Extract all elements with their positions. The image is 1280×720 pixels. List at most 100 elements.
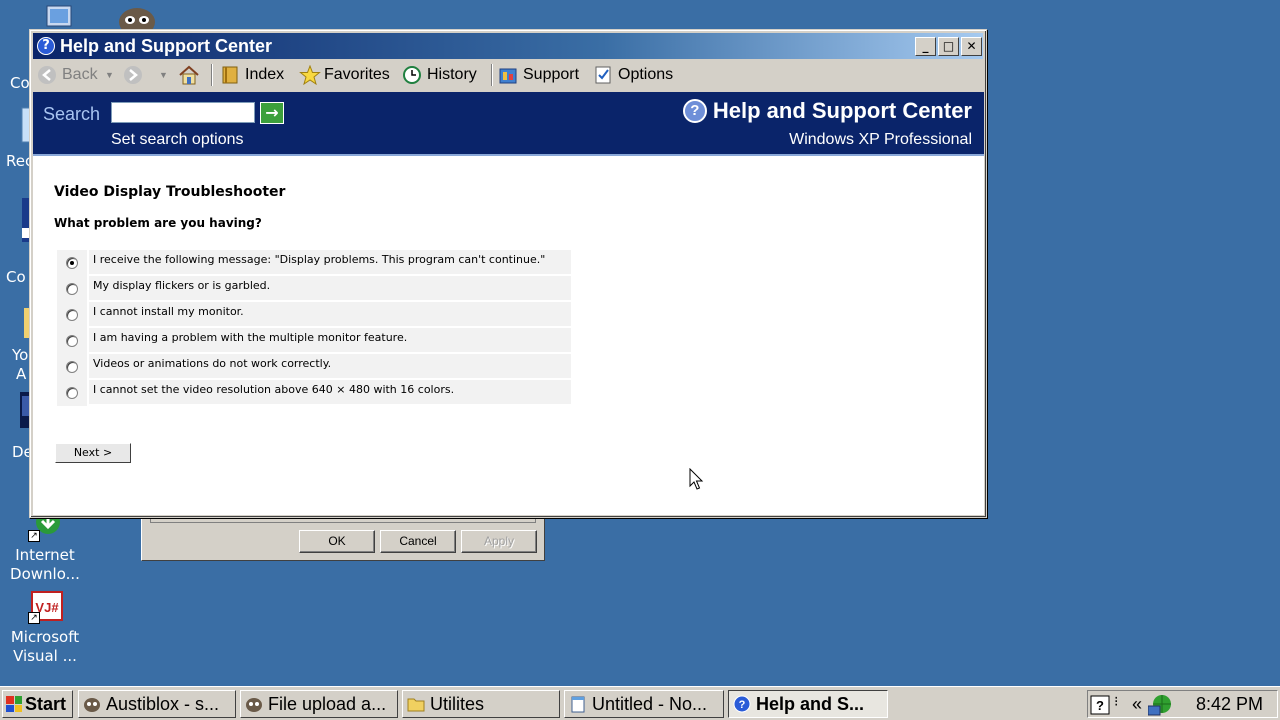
next-button[interactable]: Next > xyxy=(55,443,131,463)
desktop-icon-label: Downlo... xyxy=(10,565,80,583)
start-button[interactable]: Start xyxy=(2,690,73,718)
search-go-button[interactable]: → xyxy=(260,102,284,124)
option-row[interactable]: My display flickers or is garbled. xyxy=(57,276,571,302)
help-icon: ? xyxy=(682,99,707,123)
taskbar-item-label: Utilites xyxy=(430,693,485,714)
toolbar: Back ▼ ▼ Index Favorites History Support xyxy=(33,60,983,90)
option-label[interactable]: Videos or animations do not work correct… xyxy=(89,354,571,380)
question-label: What problem are you having? xyxy=(54,216,262,230)
minimize-button[interactable]: _ xyxy=(915,37,936,56)
network-globe-icon[interactable] xyxy=(1147,694,1174,720)
start-label: Start xyxy=(25,693,67,714)
set-search-options-link[interactable]: Set search options xyxy=(111,131,244,149)
options-button[interactable]: Options xyxy=(593,63,673,87)
option-label[interactable]: I receive the following message: "Displa… xyxy=(89,250,571,276)
option-row[interactable]: I receive the following message: "Displa… xyxy=(57,250,571,276)
radio-button[interactable] xyxy=(66,387,78,399)
toolbar-separator xyxy=(211,64,213,86)
taskbar-item-help-support[interactable]: ? Help and S... xyxy=(728,690,888,718)
desktop-icon-mascot[interactable] xyxy=(112,4,162,36)
raccoon-icon xyxy=(119,8,155,36)
background-properties-dialog: OK Cancel Apply xyxy=(141,516,545,561)
apply-button: Apply xyxy=(461,530,537,553)
problem-options: I receive the following message: "Displa… xyxy=(57,250,571,406)
brand-title: ? Help and Support Center xyxy=(682,98,972,124)
close-button[interactable]: ✕ xyxy=(961,37,982,56)
dialog-frame xyxy=(150,519,536,523)
title-bar[interactable]: ? Help and Support Center _ □ ✕ xyxy=(33,33,983,59)
option-label[interactable]: My display flickers or is garbled. xyxy=(89,276,571,302)
page-title: Video Display Troubleshooter xyxy=(54,184,286,200)
taskbar-item-label: Help and S... xyxy=(756,693,865,714)
clock: 8:42 PM xyxy=(1195,694,1263,714)
windows-logo-icon xyxy=(6,696,22,712)
shortcut-arrow-icon: ↗ xyxy=(28,530,40,542)
option-label[interactable]: I am having a problem with the multiple … xyxy=(89,328,571,354)
home-button[interactable] xyxy=(178,63,199,87)
book-icon xyxy=(220,65,240,85)
taskbar-item-austiblox[interactable]: Austiblox - s... xyxy=(78,690,236,718)
cancel-button[interactable]: Cancel xyxy=(380,530,456,553)
back-button[interactable]: Back xyxy=(37,63,98,87)
index-label: Index xyxy=(245,66,285,83)
search-input[interactable] xyxy=(111,102,255,123)
forward-arrow-icon xyxy=(123,65,143,85)
shortcut-arrow-icon: ↗ xyxy=(28,612,40,624)
taskbar-item-utilites[interactable]: Utilites xyxy=(402,690,560,718)
desktop-icon-internet-download[interactable]: ↗ Internet Downlo... xyxy=(0,508,90,584)
raccoon-icon xyxy=(245,695,263,713)
desktop-icon-label: Internet xyxy=(15,546,75,564)
radio-button[interactable] xyxy=(66,257,78,269)
favorites-label: Favorites xyxy=(324,66,390,83)
desktop-label-partial: A xyxy=(16,365,27,383)
index-button[interactable]: Index xyxy=(220,63,284,87)
home-icon xyxy=(178,65,199,85)
show-hidden-icons-chevron[interactable]: « xyxy=(1132,694,1142,715)
maximize-button[interactable]: □ xyxy=(938,37,959,56)
chevron-down-icon[interactable]: ▼ xyxy=(159,70,168,80)
help-tray-icon[interactable]: ? xyxy=(1090,695,1110,720)
radio-button[interactable] xyxy=(66,309,78,321)
taskbar-item-label: Untitled - No... xyxy=(592,693,708,714)
folder-icon xyxy=(407,695,425,713)
option-row[interactable]: Videos or animations do not work correct… xyxy=(57,354,571,380)
option-row[interactable]: I am having a problem with the multiple … xyxy=(57,328,571,354)
search-label: Search xyxy=(43,104,101,124)
history-clock-icon xyxy=(402,65,422,85)
option-label[interactable]: I cannot install my monitor. xyxy=(89,302,571,328)
checklist-icon xyxy=(593,65,613,85)
favorites-button[interactable]: Favorites xyxy=(299,63,390,87)
desktop-label-partial: Co xyxy=(6,268,26,286)
support-label: Support xyxy=(523,66,580,83)
radio-button[interactable] xyxy=(66,361,78,373)
raccoon-icon xyxy=(83,695,101,713)
desktop-icon-microsoft-visual[interactable]: VJ# ↗ Microsoft Visual ... xyxy=(0,590,90,666)
window-title: Help and Support Center xyxy=(60,36,273,56)
desktop-icon-label: Microsoft xyxy=(10,628,80,646)
history-button[interactable]: History xyxy=(402,63,477,87)
chevron-down-icon[interactable]: ▼ xyxy=(105,70,114,80)
help-icon: ? xyxy=(37,37,55,55)
option-row[interactable]: I cannot install my monitor. xyxy=(57,302,571,328)
tray-separator: ⁝ xyxy=(1114,693,1119,709)
brand-subtitle: Windows XP Professional xyxy=(789,131,972,148)
ok-button[interactable]: OK xyxy=(299,530,375,553)
taskbar-item-file-upload[interactable]: File upload a... xyxy=(240,690,398,718)
option-label[interactable]: I cannot set the video resolution above … xyxy=(89,380,571,406)
forward-button[interactable] xyxy=(123,63,143,87)
desktop-label-partial: Yo xyxy=(12,346,29,364)
taskbar-item-label: File upload a... xyxy=(268,693,387,714)
desktop-label-partial: Co xyxy=(10,74,30,92)
visual-j-icon: VJ# ↗ xyxy=(28,590,63,624)
options-label: Options xyxy=(618,66,674,83)
radio-button[interactable] xyxy=(66,335,78,347)
taskbar-item-notepad[interactable]: Untitled - No... xyxy=(564,690,724,718)
star-icon xyxy=(299,64,321,86)
option-row[interactable]: I cannot set the video resolution above … xyxy=(57,380,571,406)
system-tray: ? ⁝ « 8:42 PM xyxy=(1087,690,1278,718)
support-icon xyxy=(498,65,518,85)
radio-button[interactable] xyxy=(66,283,78,295)
support-button[interactable]: Support xyxy=(498,63,579,87)
back-arrow-icon xyxy=(37,65,57,85)
help-icon: ? xyxy=(733,695,751,713)
